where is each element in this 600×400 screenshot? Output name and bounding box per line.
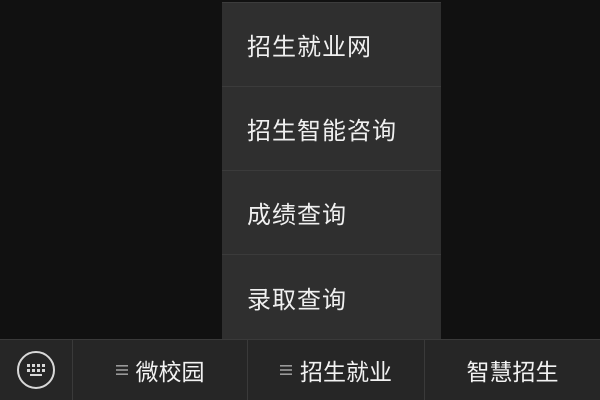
menu-tab-micro-campus[interactable]: 微校园 — [72, 339, 247, 400]
menu-tab-label: 招生就业 — [300, 360, 392, 386]
menu-tab-admissions-employment[interactable]: 招生就业 — [247, 339, 424, 400]
menu-tab-smart-admissions[interactable]: 智慧招生 — [424, 339, 600, 400]
submenu-popup: 招生就业网 招生智能咨询 成绩查询 录取查询 — [222, 2, 441, 339]
menu-list-icon — [115, 364, 128, 376]
menu-item-admissions-employment-site[interactable]: 招生就业网 — [222, 3, 441, 87]
keyboard-icon — [17, 351, 55, 389]
menu-item-label: 招生就业网 — [247, 33, 372, 61]
menu-item-score-query[interactable]: 成绩查询 — [222, 171, 441, 255]
menu-tab-label: 微校园 — [135, 360, 205, 386]
menu-list-icon — [280, 364, 292, 376]
menu-tab-label: 智慧招生 — [466, 360, 559, 386]
menu-item-admission-query[interactable]: 录取查询 — [222, 255, 441, 339]
keyboard-toggle-button[interactable] — [0, 340, 72, 400]
custom-menu-bar: 微校园 招生就业 智慧招生 — [0, 339, 600, 400]
chat-screen: 招生就业网 招生智能咨询 成绩查询 录取查询 微校园 招生就业 智慧招生 — [0, 0, 600, 400]
menu-item-label: 成绩查询 — [247, 201, 347, 229]
menu-item-label: 招生智能咨询 — [247, 117, 397, 145]
menu-item-admissions-smart-consult[interactable]: 招生智能咨询 — [222, 87, 441, 171]
menu-item-label: 录取查询 — [247, 285, 347, 314]
